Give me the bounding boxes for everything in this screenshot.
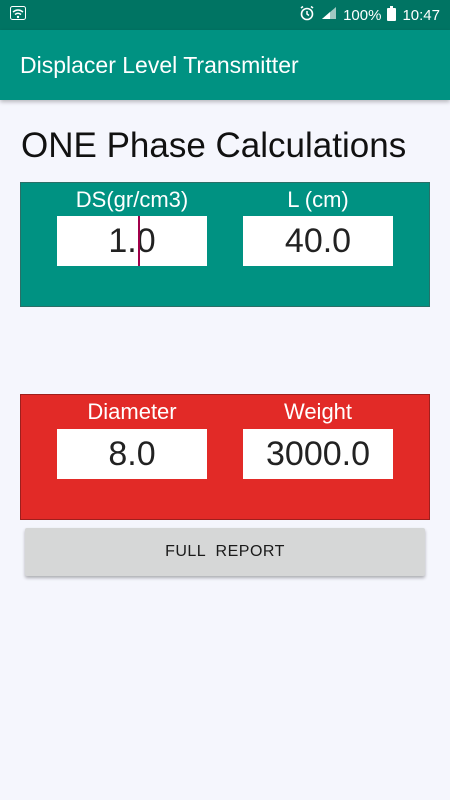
l-input[interactable] — [243, 216, 393, 266]
status-bar: 100% 10:47 — [0, 0, 450, 30]
status-right: 100% 10:47 — [299, 5, 440, 25]
app-bar: Displacer Level Transmitter — [0, 30, 450, 100]
status-left — [10, 5, 26, 25]
page-title: ONE Phase Calculations — [21, 126, 407, 165]
status-time: 10:47 — [402, 6, 440, 24]
ds-label: DS(gr/cm3) — [75, 187, 189, 212]
signal-icon — [321, 6, 337, 24]
wifi-icon — [10, 5, 26, 25]
diameter-input[interactable] — [57, 429, 207, 479]
diameter-label: Diameter — [87, 399, 177, 424]
weight-input[interactable] — [243, 429, 393, 479]
battery-percent: 100% — [343, 6, 382, 24]
weight-label: Weight — [283, 399, 353, 424]
text-cursor — [138, 216, 140, 266]
battery-icon — [387, 5, 397, 25]
l-label: L (cm) — [287, 187, 349, 212]
alarm-icon — [299, 5, 315, 25]
app-title: Displacer Level Transmitter — [20, 51, 299, 78]
full-report-button[interactable]: FULL REPORT — [25, 528, 425, 576]
ds-input[interactable] — [57, 216, 207, 266]
